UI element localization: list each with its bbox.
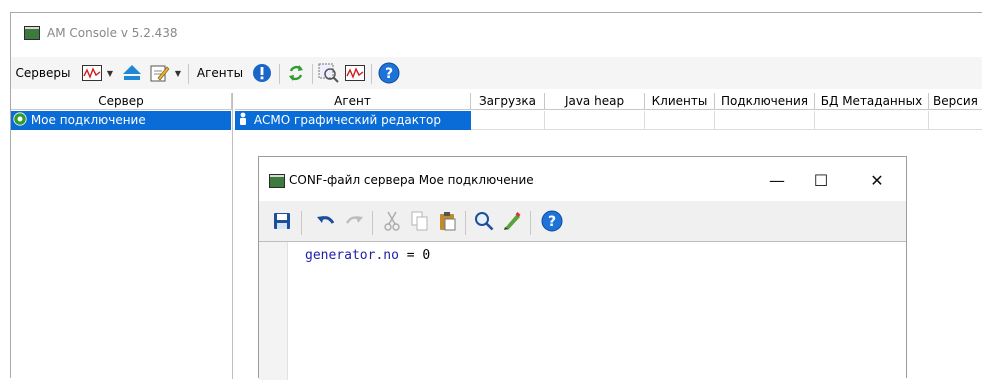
minimize-button[interactable]: — — [757, 165, 797, 195]
conf-file-dialog: CONF-файл сервера Мое подключение — ☐ ✕ — [258, 156, 907, 380]
help-icon[interactable]: ? — [539, 209, 565, 233]
clients-cell[interactable] — [645, 111, 715, 130]
maximize-button[interactable]: ☐ — [801, 165, 841, 195]
separator — [312, 64, 313, 84]
editor-gutter — [259, 242, 288, 380]
agent-icon — [238, 112, 250, 126]
separator — [301, 211, 302, 235]
java-heap-column-header[interactable]: Java heap — [545, 93, 645, 110]
monitor-chart-icon[interactable] — [81, 61, 103, 85]
config-key: generator.no — [305, 248, 399, 263]
help-icon[interactable]: ? — [376, 61, 402, 85]
separator — [279, 64, 280, 84]
svg-text:?: ? — [548, 214, 556, 230]
edit-icon[interactable] — [149, 61, 171, 85]
upload-icon[interactable] — [121, 61, 143, 85]
separator — [465, 211, 466, 235]
load-column-header[interactable]: Загрузка — [471, 93, 545, 110]
title-bar: AM Console v 5.2.438 — [11, 13, 982, 57]
app-icon — [24, 26, 40, 40]
separator — [371, 64, 372, 84]
dialog-toolbar: ? — [259, 201, 906, 241]
assign-operator: = — [398, 248, 423, 263]
agents-label: Агенты — [196, 66, 244, 80]
scan-icon[interactable] — [317, 61, 341, 85]
java-heap-cell[interactable] — [545, 111, 645, 130]
code-editor[interactable]: generator.no = 0 — [259, 241, 906, 380]
separator — [188, 64, 189, 84]
servers-menu-button[interactable]: Серверы — [15, 61, 71, 85]
paste-icon[interactable] — [437, 209, 459, 233]
connections-cell[interactable] — [715, 111, 815, 130]
main-toolbar: Серверы ▼ ▼ Агенты ? — [11, 57, 982, 89]
server-panel: Сервер Мое подключение — [11, 93, 233, 379]
agents-menu-button[interactable]: Агенты — [194, 61, 246, 85]
code-line[interactable]: generator.no = 0 — [305, 248, 430, 263]
pencil-icon[interactable] — [501, 209, 523, 233]
chart-icon[interactable] — [344, 61, 366, 85]
connections-column-header[interactable]: Подключения — [715, 93, 815, 110]
separator — [372, 211, 373, 235]
cut-icon[interactable] — [381, 209, 403, 233]
search-icon[interactable] — [473, 209, 495, 233]
agent-column-header[interactable]: Агент — [235, 93, 471, 110]
dialog-title: CONF-файл сервера Мое подключение — [289, 173, 534, 187]
refresh-icon[interactable] — [285, 61, 307, 85]
chevron-down-icon[interactable]: ▼ — [105, 61, 115, 85]
svg-text:?: ? — [385, 66, 393, 82]
metadata-db-column-header[interactable]: БД Метаданных — [815, 93, 929, 110]
agent-row-selected[interactable]: АСМО графический редактор — [235, 111, 471, 130]
servers-label: Серверы — [15, 66, 71, 80]
undo-icon[interactable] — [315, 209, 337, 233]
version-cell[interactable] — [929, 111, 982, 130]
connection-icon — [13, 112, 27, 126]
server-name: Мое подключение — [30, 113, 146, 127]
chevron-down-icon[interactable]: ▼ — [173, 61, 183, 85]
config-value: 0 — [422, 248, 431, 263]
app-icon — [269, 174, 285, 188]
clients-column-header[interactable]: Клиенты — [645, 93, 715, 110]
alert-icon[interactable] — [251, 61, 273, 85]
server-column-header[interactable]: Сервер — [11, 93, 232, 110]
close-button[interactable]: ✕ — [857, 165, 897, 195]
window-title: AM Console v 5.2.438 — [47, 26, 178, 40]
copy-icon[interactable] — [409, 209, 431, 233]
load-cell[interactable] — [471, 111, 545, 130]
separator — [530, 211, 531, 235]
version-column-header[interactable]: Версия — [929, 93, 982, 110]
server-row-selected[interactable]: Мое подключение — [11, 111, 231, 130]
metadata-db-cell[interactable] — [815, 111, 929, 130]
agent-name: АСМО графический редактор — [253, 113, 441, 127]
redo-icon[interactable] — [343, 209, 365, 233]
save-icon[interactable] — [271, 209, 293, 233]
